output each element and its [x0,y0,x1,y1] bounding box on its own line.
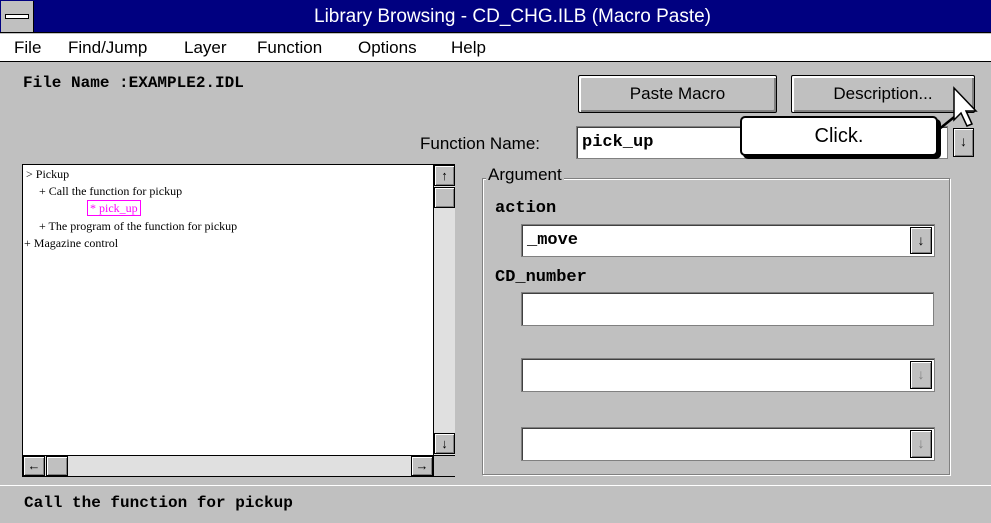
chevron-down-icon: ↓ [960,133,967,149]
argument-combo-disabled-2 [521,427,935,461]
argument-group-title: Argument [486,165,564,185]
tree-item-pickup[interactable]: > Pickup [26,167,69,181]
click-callout: Click. [740,116,938,156]
tree-item-magazine-control[interactable]: + Magazine control [24,236,118,250]
chevron-down-icon: ↓ [917,366,925,382]
scroll-right-icon[interactable]: → [411,456,433,476]
menu-find-jump[interactable]: Find/Jump [68,34,147,62]
system-menu-button[interactable] [1,1,34,32]
status-text: Call the function for pickup [24,494,293,512]
cd-number-label: CD_number [495,268,587,287]
mouse-pointer-icon [937,86,978,131]
menu-options[interactable]: Options [358,34,417,62]
menu-bar: File Find/Jump Layer Function Options He… [0,34,991,62]
scroll-up-icon[interactable]: ↑ [434,165,455,186]
argument-combo-disabled-1 [521,358,935,392]
tree-item-program-function[interactable]: + The program of the function for pickup [39,219,237,233]
file-name-label: File Name :EXAMPLE2.IDL [23,74,244,92]
menu-layer[interactable]: Layer [184,34,227,62]
argument-dropdown-button-2: ↓ [910,430,932,458]
action-label: action [495,199,557,218]
chevron-down-icon: ↓ [917,232,925,248]
window-title: Library Browsing - CD_CHG.ILB (Macro Pas… [314,6,711,27]
argument-dropdown-button-1: ↓ [910,361,932,389]
menu-function[interactable]: Function [257,34,322,62]
scrollbar-corner [433,455,455,476]
cd-number-input[interactable] [521,292,934,326]
horizontal-scrollbar[interactable] [23,455,433,476]
scroll-down-icon[interactable]: ↓ [434,433,455,454]
library-tree[interactable]: > Pickup + Call the function for pickup … [22,164,455,477]
tree-item-pick-up[interactable]: * pick_up [87,200,141,216]
vertical-scrollbar[interactable] [433,165,455,456]
tree-item-call-function[interactable]: + Call the function for pickup [39,184,182,198]
vertical-scroll-thumb[interactable] [434,187,455,208]
chevron-down-icon: ↓ [917,435,925,451]
action-combo[interactable]: _move [521,224,935,257]
menu-help[interactable]: Help [451,34,486,62]
function-name-label: Function Name: [420,134,540,153]
menu-file[interactable]: File [14,34,41,62]
horizontal-scroll-thumb[interactable] [46,456,68,476]
action-dropdown-button[interactable]: ↓ [910,227,932,254]
paste-macro-button[interactable]: Paste Macro [578,75,777,113]
system-menu-icon [5,14,29,19]
scroll-left-icon[interactable]: ← [23,456,45,476]
